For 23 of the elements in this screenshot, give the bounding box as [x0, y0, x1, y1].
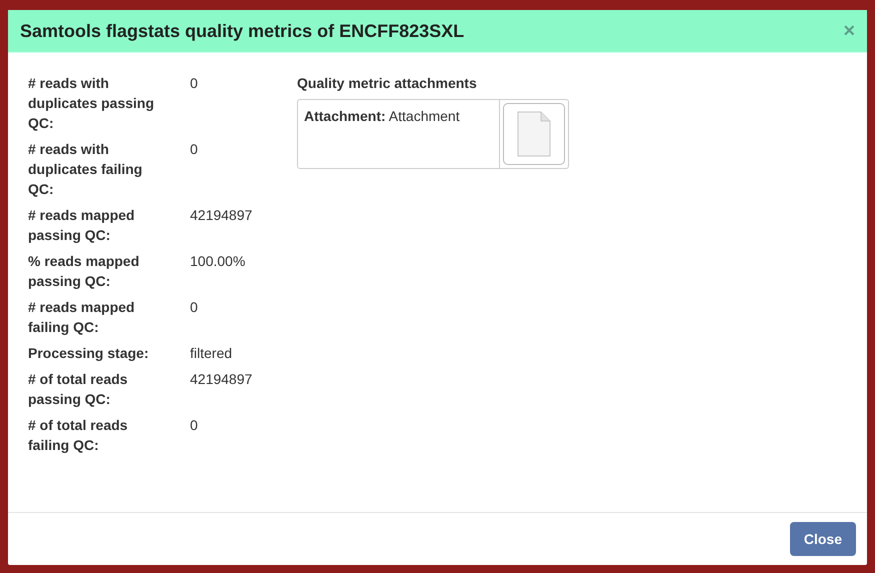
metric-label: # reads with duplicates failing QC: [28, 140, 144, 199]
metric-value: filtered [190, 344, 234, 363]
metric-label: # of total reads failing QC: [28, 416, 129, 455]
metric-label: # reads with duplicates passing QC: [28, 74, 156, 133]
close-button[interactable]: × [841, 20, 857, 42]
metric-value: 0 [190, 416, 199, 435]
metric-label: Processing stage: [28, 344, 150, 363]
metric-value: 0 [190, 298, 199, 317]
metric-value: 100.00% [190, 252, 246, 271]
close-button[interactable]: Close [790, 522, 856, 556]
metric-value: 42194897 [190, 370, 254, 389]
metric-label: % reads mapped passing QC: [28, 252, 140, 291]
metric-value: 0 [190, 140, 199, 159]
document-icon [517, 111, 551, 157]
dialog-title: Samtools flagstats quality metrics of ENCFF823SXL [20, 20, 464, 42]
metric-value: 42194897 [190, 206, 254, 225]
attachment-thumbnail[interactable] [503, 103, 565, 165]
metric-label: # of total reads passing QC: [28, 370, 129, 409]
metric-label: # reads mapped passing QC: [28, 206, 136, 245]
metric-value: 0 [190, 74, 199, 93]
attachment-text: Attachment: Attachment [303, 107, 461, 126]
section-heading: Quality metric attachments [297, 74, 477, 93]
metric-label: # reads mapped failing QC: [28, 298, 136, 337]
